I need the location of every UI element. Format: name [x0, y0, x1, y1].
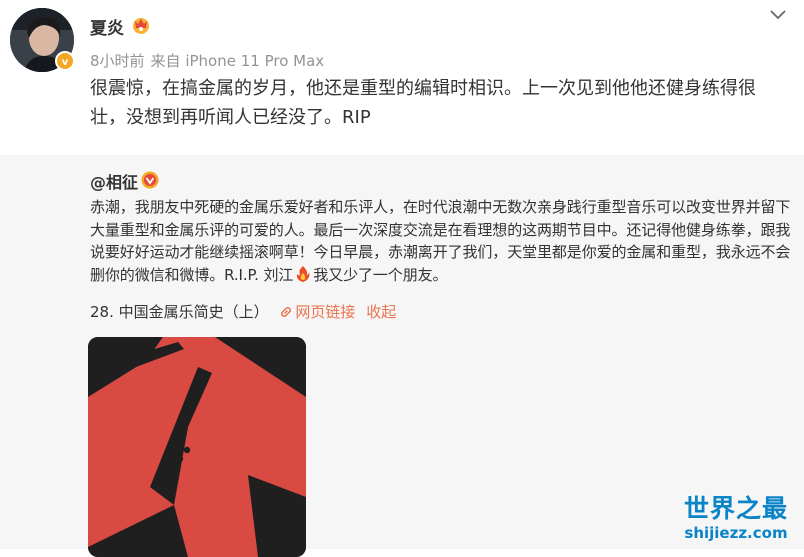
- program-title: 28. 中国金属乐简史（上）: [90, 303, 269, 321]
- member-crown-icon[interactable]: [131, 15, 151, 35]
- fire-emoji-icon: [295, 265, 311, 283]
- verified-badge-icon: v: [55, 51, 75, 71]
- post-text: 很震惊，在搞金属的岁月，他还是重型的编辑时相识。上一次见到他他还健身练得很壮，没…: [90, 78, 756, 128]
- post-author-name[interactable]: 夏炎: [90, 14, 124, 39]
- repost-text-tail: 我又少了一个朋友。: [313, 265, 448, 284]
- program-link-line: 28. 中国金属乐简史（上） 网页链接 收起: [90, 301, 396, 322]
- post-time[interactable]: 8小时前: [90, 52, 145, 70]
- web-link[interactable]: 网页链接: [295, 303, 355, 321]
- link-icon: [279, 305, 293, 319]
- post-source: 来自 iPhone 11 Pro Max: [150, 52, 325, 70]
- watermark-url: shijiezz.com: [684, 524, 788, 542]
- repost-card: @相征 赤潮，我朋友中死硬的金属乐爱好者和乐评人，在时代浪潮中无数次亲身践行重型…: [0, 155, 804, 557]
- program-cover-image[interactable]: [88, 337, 306, 557]
- svg-text:v: v: [62, 57, 69, 67]
- guitar-star-artwork: [88, 337, 306, 557]
- watermark-title: 世界之最: [683, 494, 788, 523]
- collapse-link[interactable]: 收起: [366, 303, 396, 321]
- verified-badge-icon: [141, 171, 159, 189]
- post-meta: 8小时前 来自 iPhone 11 Pro Max: [90, 50, 324, 71]
- repost-author-name[interactable]: @相征: [90, 169, 138, 193]
- watermark-logo: 世界之最 shijiezz.com: [675, 494, 797, 542]
- chevron-down-icon[interactable]: [766, 2, 790, 26]
- repost-text: 赤潮，我朋友中死硬的金属乐爱好者和乐评人，在时代浪潮中无数次亲身践行重型音乐可以…: [90, 196, 796, 286]
